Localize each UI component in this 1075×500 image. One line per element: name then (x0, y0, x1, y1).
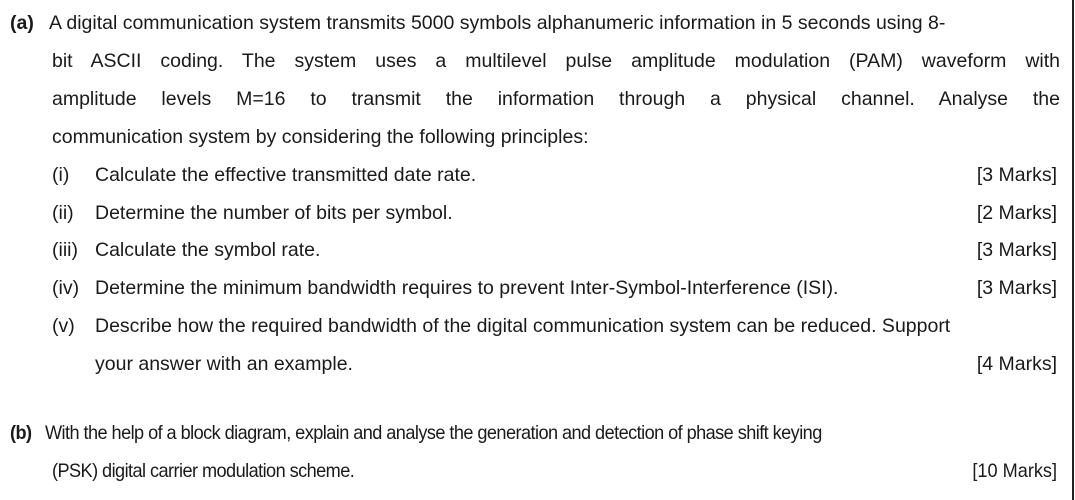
sub-question-text: Calculate the symbol rate. (95, 239, 321, 261)
marks-label: [3 Marks] (976, 277, 1057, 299)
part-b-text-line-2: (PSK) digital carrier modulation scheme. (52, 460, 355, 482)
sub-question-number: (ii) (52, 202, 74, 224)
sub-question-number: (iv) (52, 277, 80, 299)
part-a-intro-line-4: communication system by considering the … (52, 126, 589, 148)
marks-label: [3 Marks] (976, 164, 1057, 186)
exam-question-page: (a) A digital communication system trans… (0, 0, 1075, 500)
marks-label: [4 Marks] (976, 353, 1057, 375)
sub-question-text: Calculate the effective transmitted date… (95, 164, 477, 186)
sub-question-text: Determine the number of bits per symbol. (95, 202, 453, 224)
part-a-intro-line-3: amplitude levels M=16 to transmit the in… (52, 88, 1060, 110)
page-border (1072, 0, 1074, 500)
sub-question-text: Describe how the required bandwidth of t… (95, 315, 951, 337)
marks-label: [3 Marks] (976, 239, 1057, 261)
part-b-text-line-1: With the help of a block diagram, explai… (45, 422, 822, 444)
part-b-label: (b) (10, 422, 32, 444)
sub-question-number: (v) (52, 315, 75, 337)
sub-question-text-continued: your answer with an example. (95, 353, 353, 375)
marks-label: [2 Marks] (976, 202, 1057, 224)
sub-question-number: (iii) (52, 239, 78, 261)
sub-question-number: (i) (52, 164, 70, 186)
sub-question-text: Determine the minimum bandwidth requires… (95, 277, 839, 299)
part-a-label: (a) (10, 12, 34, 34)
part-a-intro-line-2: bit ASCII coding. The system uses a mult… (52, 50, 1060, 72)
marks-label: [10 Marks] (972, 460, 1057, 482)
part-a-intro-line-1: A digital communication system transmits… (49, 12, 946, 34)
